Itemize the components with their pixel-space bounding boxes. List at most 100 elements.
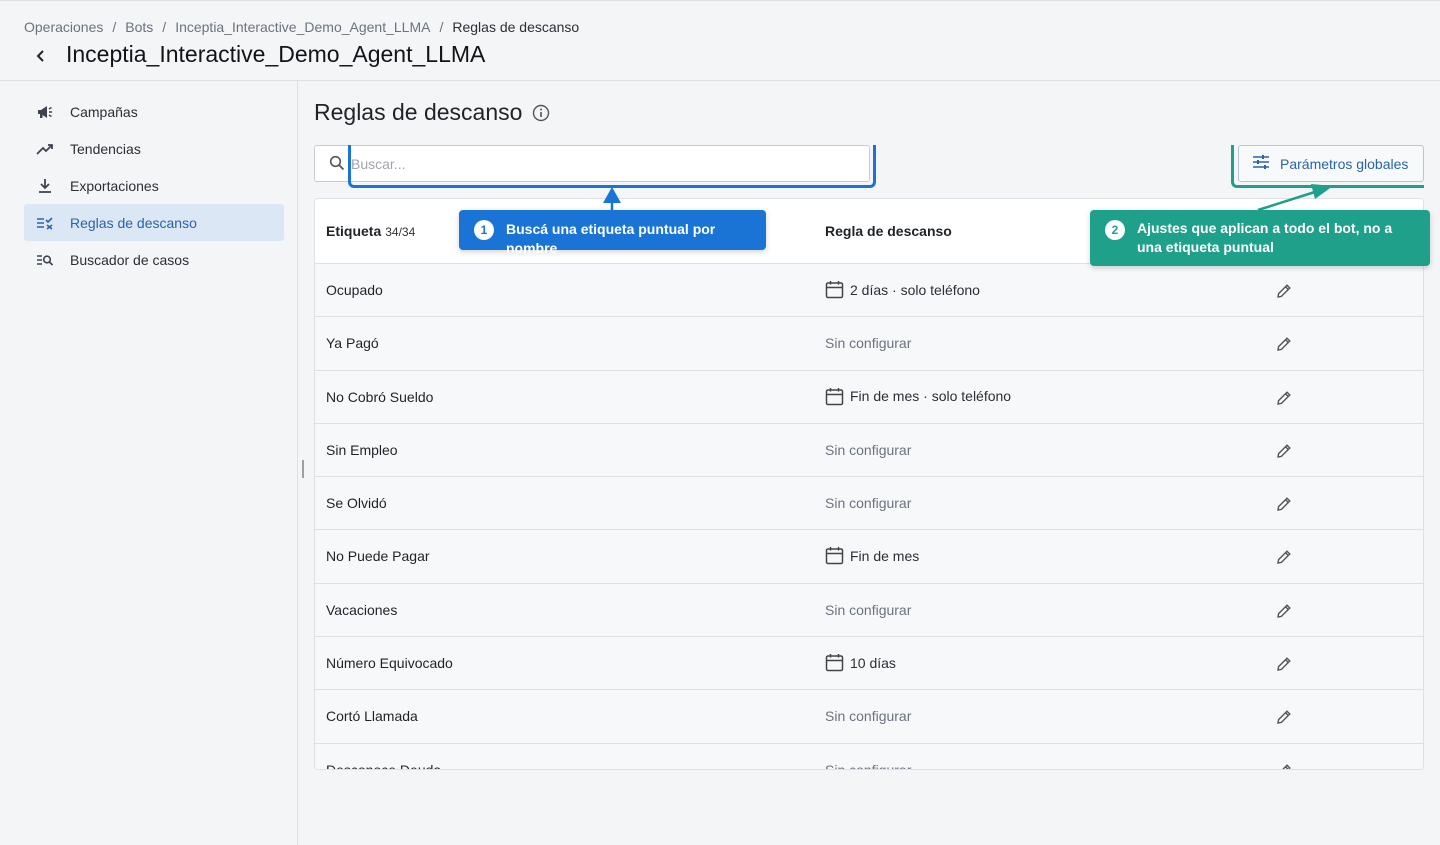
sidebar-item-label: Reglas de descanso [70, 214, 197, 231]
sidebar-item-campanas[interactable]: Campañas [24, 93, 284, 130]
pencil-icon [1276, 763, 1292, 769]
chevron-left-icon [36, 50, 44, 62]
row-rule-text: Fin de mes [850, 547, 920, 564]
edit-button[interactable] [1273, 546, 1295, 568]
search-list-icon [35, 250, 55, 270]
callout-number: 2 [1105, 220, 1125, 240]
callout-text: Buscá una etiqueta puntual por nombre [506, 221, 716, 256]
sidebar-resize-handle[interactable] [302, 460, 304, 478]
row-rule-text: Sin configurar [825, 335, 912, 352]
edit-button[interactable] [1273, 760, 1295, 769]
row-label: Desconoce Deuda [326, 761, 442, 770]
page-title: Inceptia_Interactive_Demo_Agent_LLMA [66, 41, 486, 67]
section-title: Reglas de descanso [314, 99, 550, 126]
row-rule-text: Fin de mes · solo teléfono [850, 388, 1012, 405]
row-rule: Sin configurar [825, 602, 911, 618]
column-header-regla: Regla de descanso [825, 223, 952, 239]
sidebar: Campañas Tendencias Exportaciones Reglas… [0, 81, 298, 845]
breadcrumb-separator: / [112, 19, 117, 35]
breadcrumb: Operaciones / Bots / Inceptia_Interactiv… [24, 19, 579, 35]
row-rule-text: Sin configurar [825, 495, 912, 512]
table-row: Número Equivocado 10 días [315, 637, 1423, 691]
callout-search-tip: 1 Buscá una etiqueta puntual por nombre [459, 210, 766, 256]
sidebar-item-buscador-de-casos[interactable]: Buscador de casos [24, 241, 284, 278]
pencil-icon [1276, 549, 1292, 565]
calendar-icon [825, 653, 844, 672]
callout-text: Ajustes que aplican a todo el bot, no a … [1137, 220, 1393, 255]
edit-button[interactable] [1273, 706, 1295, 728]
row-rule: Fin de mes [825, 546, 919, 565]
row-rule-text: Sin configurar [825, 601, 912, 618]
row-label: Sin Empleo [326, 441, 398, 458]
column-header-text: Etiqueta [326, 223, 382, 239]
breadcrumb-item-operaciones[interactable]: Operaciones [24, 19, 103, 35]
sidebar-item-label: Buscador de casos [70, 251, 190, 268]
tune-icon [1252, 154, 1270, 173]
row-label: Número Equivocado [326, 655, 453, 672]
column-header-etiqueta[interactable]: Etiqueta 34/34 [326, 223, 415, 239]
pencil-icon [1276, 283, 1292, 299]
row-rule-text: Sin configurar [825, 708, 912, 725]
row-rule-text: Sin configurar [825, 761, 912, 770]
search-highlight [348, 145, 876, 188]
rules-icon [35, 213, 55, 233]
pencil-icon [1276, 496, 1292, 512]
calendar-icon [825, 387, 844, 406]
table-body: Ocupado 2 días · solo teléfono Ya Pagó Sin … [315, 264, 1423, 770]
breadcrumb-item-bots[interactable]: Bots [125, 19, 153, 35]
table-row: Sin Empleo Sin configurar [315, 423, 1423, 478]
table-row: Se Olvidó Sin configurar [315, 477, 1423, 531]
breadcrumb-separator: / [439, 19, 444, 35]
table-row: Vacaciones Sin configurar [315, 583, 1423, 638]
edit-button[interactable] [1273, 333, 1295, 355]
edit-button[interactable] [1273, 653, 1295, 675]
row-rule-text: 10 días [850, 654, 896, 671]
calendar-icon [825, 280, 844, 299]
download-icon [35, 176, 55, 196]
row-rule: Sin configurar [825, 335, 911, 351]
table-row: Ya Pagó Sin configurar [315, 317, 1423, 371]
row-rule-text: 2 días · solo teléfono [850, 281, 980, 298]
row-rule: Sin configurar [825, 708, 911, 724]
sidebar-item-label: Tendencias [70, 140, 141, 157]
megaphone-icon [35, 102, 55, 122]
breadcrumb-current: Reglas de descanso [452, 19, 580, 35]
search-icon [329, 155, 345, 176]
table-row: Ocupado 2 días · solo teléfono [315, 264, 1423, 318]
pencil-icon [1276, 656, 1292, 672]
row-label: Vacaciones [326, 601, 398, 618]
callout-global-params-tip: 2 Ajustes que aplican a todo el bot, no … [1090, 210, 1430, 266]
tag-count: 34/34 [385, 225, 416, 239]
global-params-label: Parámetros globales [1280, 155, 1409, 172]
row-rule: Sin configurar [825, 442, 911, 458]
row-rule: 2 días · solo teléfono [825, 280, 980, 299]
table-row: Cortó Llamada Sin configurar [315, 690, 1423, 744]
breadcrumb-separator: / [162, 19, 167, 35]
rules-table: Etiqueta 34/34 Regla de descanso Ocupado 2… [314, 198, 1424, 770]
row-label: Se Olvidó [326, 495, 387, 512]
row-rule: Fin de mes · solo teléfono [825, 387, 1011, 406]
row-rule: Sin configurar [825, 761, 912, 770]
pencil-icon [1276, 390, 1292, 406]
edit-button[interactable] [1273, 493, 1295, 515]
pencil-icon [1276, 603, 1292, 619]
page-header: Operaciones / Bots / Inceptia_Interactiv… [0, 0, 1440, 81]
section-title-text: Reglas de descanso [314, 99, 523, 125]
info-icon[interactable] [532, 104, 550, 122]
global-params-button[interactable]: Parámetros globales [1238, 145, 1424, 182]
breadcrumb-item-bot[interactable]: Inceptia_Interactive_Demo_Agent_LLMA [175, 19, 430, 35]
sidebar-item-reglas-de-descanso[interactable]: Reglas de descanso [24, 204, 284, 241]
edit-button[interactable] [1273, 387, 1295, 409]
sidebar-item-label: Campañas [70, 103, 138, 120]
trending-up-icon [35, 139, 55, 159]
edit-button[interactable] [1273, 280, 1295, 302]
callout-number: 1 [474, 220, 494, 240]
sidebar-item-tendencias[interactable]: Tendencias [24, 130, 284, 167]
pencil-icon [1276, 709, 1292, 725]
row-rule: 10 días [825, 653, 896, 672]
sidebar-item-exportaciones[interactable]: Exportaciones [24, 167, 284, 204]
row-rule-text: Sin configurar [825, 441, 912, 458]
back-button[interactable] [30, 45, 52, 67]
edit-button[interactable] [1273, 440, 1295, 462]
edit-button[interactable] [1273, 600, 1295, 622]
